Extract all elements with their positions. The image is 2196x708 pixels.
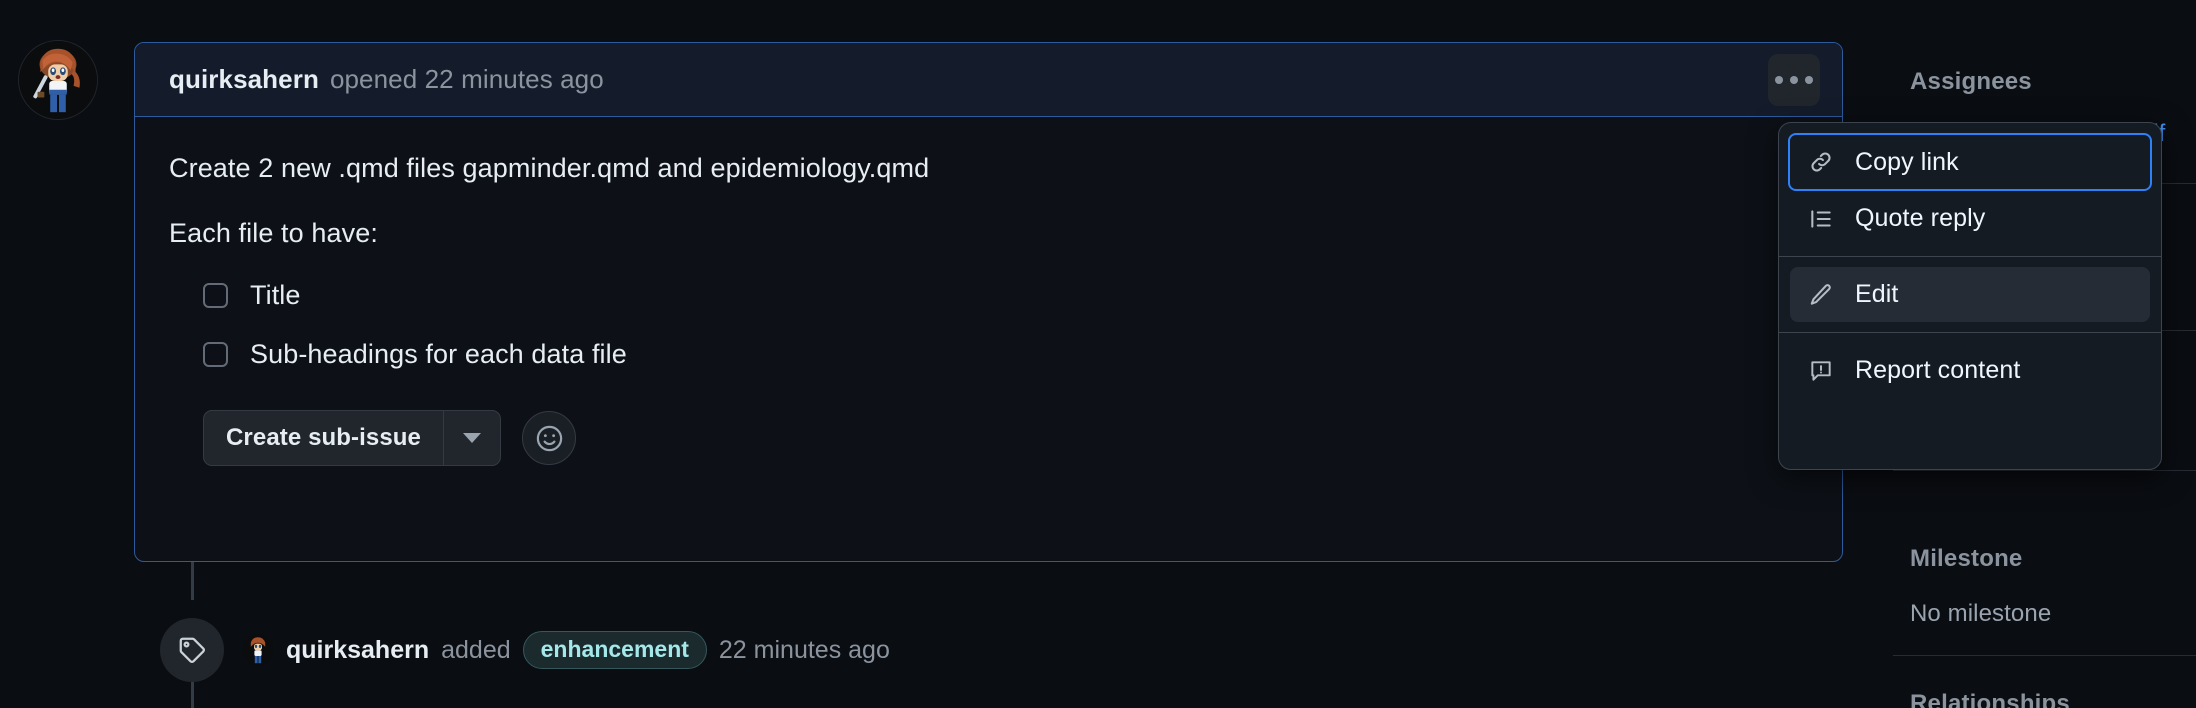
- menu-item-edit[interactable]: Edit: [1790, 267, 2150, 322]
- sidebar-milestone-value: No milestone: [1910, 600, 2052, 627]
- menu-item-label: Edit: [1855, 280, 1899, 308]
- sidebar-milestone-title: Milestone: [1910, 545, 2023, 572]
- menu-item-quote-reply[interactable]: Quote reply: [1790, 191, 2150, 246]
- sidebar-assignees-title: Assignees: [1910, 68, 2032, 95]
- chevron-down-icon: [463, 433, 482, 444]
- menu-group: Copy link Quote reply: [1779, 133, 2161, 246]
- menu-item-report-content[interactable]: Report content: [1790, 343, 2150, 398]
- list-item: Title: [203, 280, 1808, 311]
- list-item: Sub-headings for each data file: [203, 339, 1808, 370]
- sidebar-relationships-title: Relationships: [1910, 690, 2070, 708]
- comment-meta: opened 22 minutes ago: [329, 64, 604, 94]
- comment-options-menu: Copy link Quote reply Edit Report conten…: [1778, 122, 2162, 470]
- task-label: Title: [250, 280, 301, 311]
- more-options-button[interactable]: [1768, 53, 1820, 106]
- menu-item-copy-link[interactable]: Copy link: [1788, 133, 2152, 191]
- task-checkbox[interactable]: [203, 342, 228, 368]
- timeline-event-row: quirksahern added enhancement 22 minutes…: [160, 618, 890, 682]
- task-list: Title Sub-headings for each data file: [203, 280, 1808, 370]
- issue-page: quirksahern opened 22 minutes ago Create…: [0, 0, 2196, 708]
- create-sub-issue-split-button: Create sub-issue: [203, 410, 502, 467]
- issue-comment-card: quirksahern opened 22 minutes ago Create…: [134, 42, 1843, 562]
- link-icon: [1807, 148, 1835, 176]
- timeline-verb: added: [441, 635, 511, 664]
- comment-actions: Create sub-issue: [169, 398, 1808, 467]
- comment-body: Create 2 new .qmd files gapminder.qmd an…: [135, 117, 1842, 467]
- comment-author[interactable]: quirksahern: [169, 64, 319, 95]
- timeline-timestamp: 22 minutes ago: [718, 635, 890, 664]
- smiley-icon: [536, 425, 562, 451]
- sidebar-divider: [1893, 470, 2196, 471]
- timeline-actor[interactable]: quirksahern: [286, 636, 429, 665]
- avatar-image: [242, 634, 274, 666]
- comment-header: quirksahern opened 22 minutes ago: [135, 43, 1842, 117]
- create-sub-issue-dropdown-button[interactable]: [444, 411, 500, 465]
- menu-separator: [1779, 256, 2161, 257]
- timeline-connector: [191, 562, 194, 600]
- menu-group: Report content: [1779, 343, 2161, 398]
- tag-icon-wrapper: [160, 618, 224, 682]
- kebab-dot: [1805, 75, 1813, 84]
- avatar[interactable]: [242, 634, 274, 666]
- create-sub-issue-button[interactable]: Create sub-issue: [204, 411, 443, 465]
- pencil-icon: [1807, 281, 1835, 309]
- menu-item-label: Quote reply: [1855, 204, 1986, 232]
- kebab-dot: [1790, 75, 1798, 84]
- menu-group: Edit: [1779, 267, 2161, 322]
- menu-item-label: Copy link: [1855, 147, 1959, 176]
- label-badge[interactable]: enhancement: [522, 631, 707, 669]
- report-icon: [1807, 357, 1835, 385]
- comment-paragraph: Each file to have:: [169, 217, 378, 248]
- add-reaction-button[interactable]: [522, 411, 577, 466]
- menu-separator: [1779, 332, 2161, 333]
- quote-icon: [1807, 205, 1835, 233]
- avatar[interactable]: [18, 40, 98, 120]
- timeline-event-text: quirksahern added enhancement 22 minutes…: [242, 631, 890, 669]
- sidebar-divider: [1893, 655, 2196, 656]
- avatar-image: [19, 41, 97, 119]
- tag-icon: [179, 637, 205, 663]
- task-checkbox[interactable]: [203, 283, 228, 309]
- menu-item-label: Report content: [1855, 356, 2021, 384]
- kebab-dot: [1775, 75, 1783, 84]
- task-label: Sub-headings for each data file: [250, 339, 627, 370]
- comment-paragraph: Create 2 new .qmd files gapminder.qmd an…: [169, 153, 930, 183]
